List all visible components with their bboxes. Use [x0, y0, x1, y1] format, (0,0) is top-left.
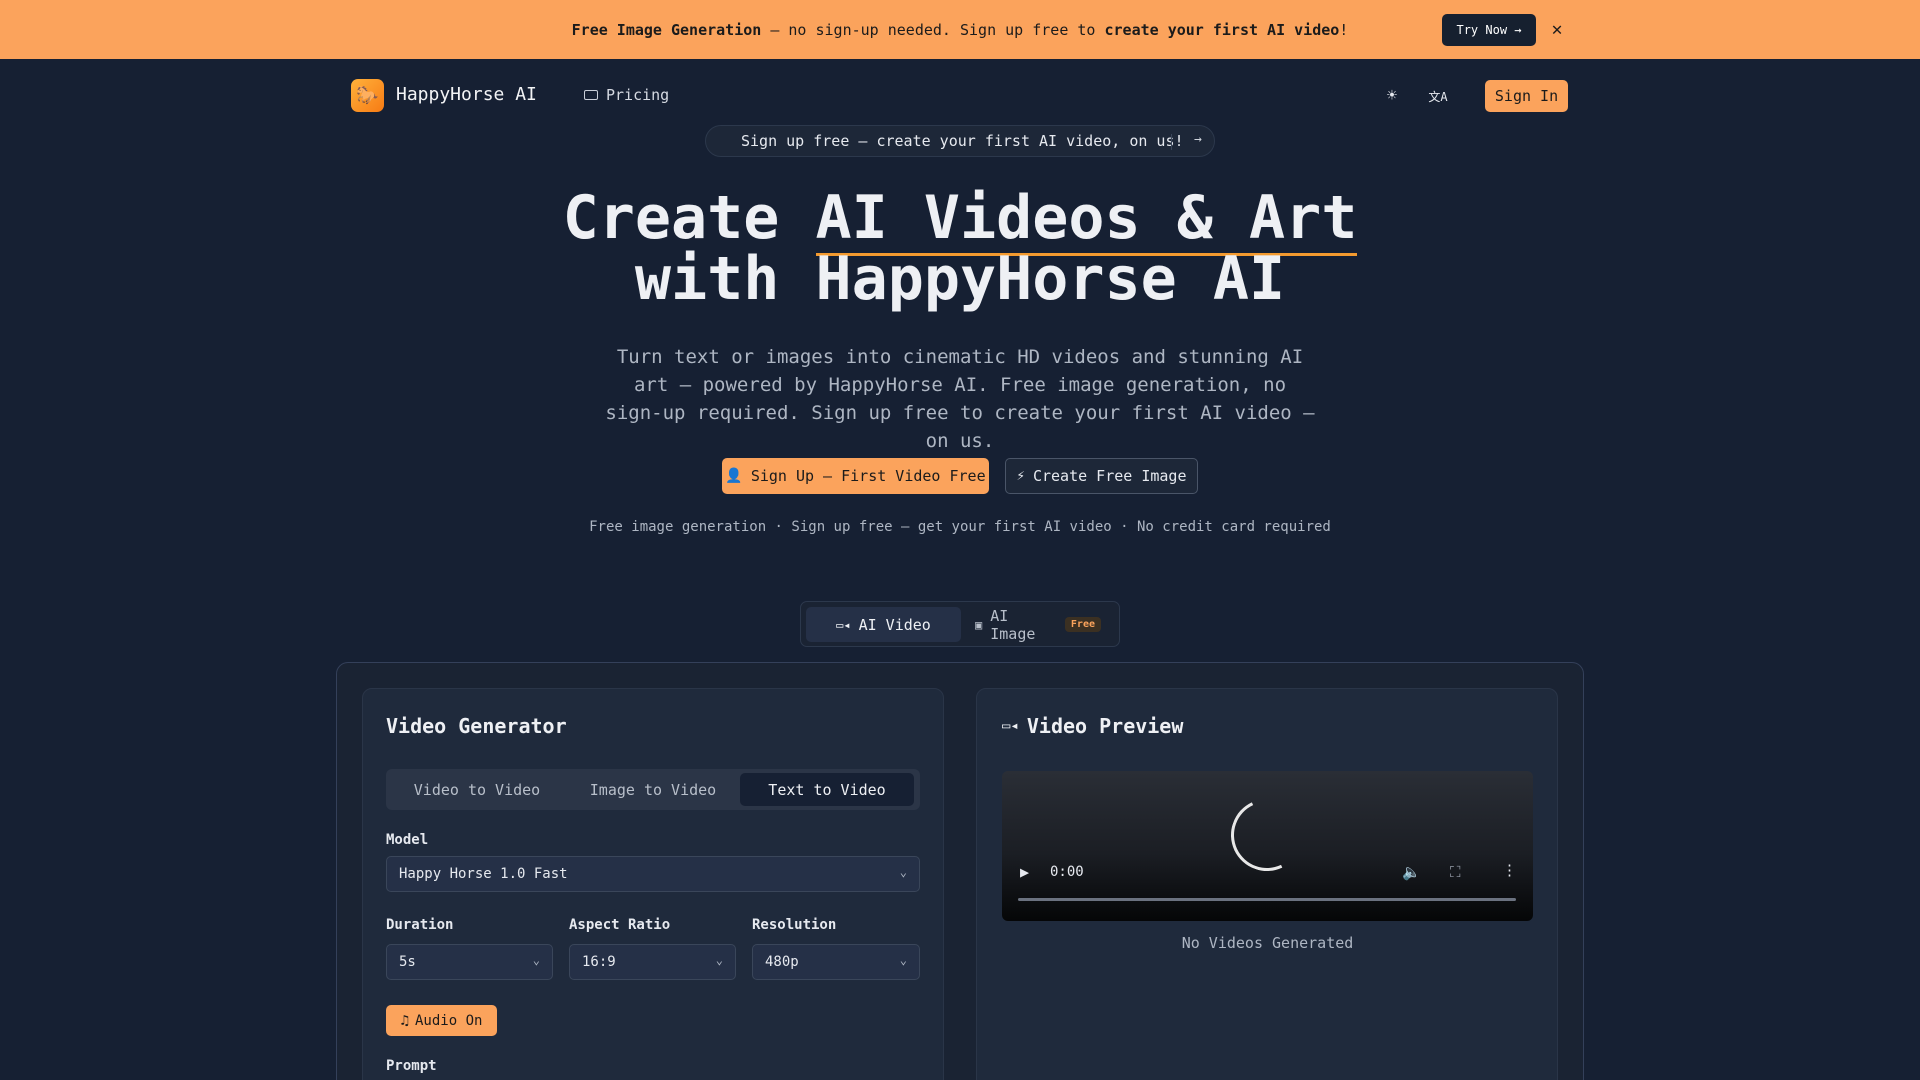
aspect-ratio-select[interactable]: 16:9 ⌄ — [569, 944, 736, 980]
user-plus-icon: 👤 — [725, 468, 743, 484]
video-camera-icon: ▭◂ — [836, 617, 851, 632]
sign-in-button[interactable]: Sign In — [1485, 80, 1568, 112]
video-time: 0:00 — [1050, 864, 1084, 880]
free-badge: Free — [1064, 617, 1101, 632]
volume-icon[interactable]: 🔈 — [1402, 863, 1421, 881]
credit-card-icon — [584, 90, 598, 100]
tab-ai-video[interactable]: ▭◂ AI Video — [806, 607, 961, 642]
theme-toggle-icon[interactable]: ☀ — [1380, 84, 1404, 108]
tab-video-to-video[interactable]: Video to Video — [390, 773, 564, 806]
chevron-down-icon: ⌄ — [899, 865, 907, 879]
generator-title: Video Generator — [386, 714, 567, 738]
brand-name[interactable]: HappyHorse AI — [396, 84, 537, 105]
play-icon[interactable]: ▶ — [1020, 863, 1029, 881]
tab-text-to-video[interactable]: Text to Video — [740, 773, 914, 806]
model-label: Model — [386, 832, 429, 848]
tab-ai-image[interactable]: ▣ AI Image Free — [963, 607, 1113, 643]
resolution-select[interactable]: 480p ⌄ — [752, 944, 920, 980]
signup-first-video-button[interactable]: 👤 Sign Up — First Video Free — [722, 458, 989, 494]
loading-spinner — [1220, 788, 1314, 882]
model-select[interactable]: Happy Horse 1.0 Fast ⌄ — [386, 856, 920, 892]
preview-title: ▭◂ Video Preview — [1002, 714, 1184, 738]
hero-title: Create AI Videos & Art with HappyHorse A… — [562, 183, 1358, 314]
duration-label: Duration — [386, 917, 454, 933]
audio-toggle-button[interactable]: ♫ Audio On — [386, 1005, 497, 1036]
lightning-icon: ⚡ — [1016, 468, 1025, 484]
video-player[interactable]: ▶ 0:00 🔈 ⛶ ⋮ — [1002, 771, 1533, 921]
try-now-button[interactable]: Try Now → — [1442, 14, 1536, 46]
announcement-pill[interactable]: Sign up free — create your first AI vide… — [705, 125, 1215, 157]
nav-pricing-link[interactable]: Pricing — [584, 86, 669, 104]
image-icon: ▣ — [975, 617, 983, 632]
fullscreen-icon[interactable]: ⛶ — [1450, 863, 1461, 881]
close-icon[interactable]: ✕ — [1547, 19, 1567, 40]
promo-text: Free Image Generation — no sign-up neede… — [571, 20, 1349, 39]
tab-image-to-video[interactable]: Image to Video — [566, 773, 740, 806]
music-note-icon: ♫ — [400, 1012, 409, 1029]
chevron-down-icon: ⌄ — [715, 953, 723, 967]
hero-subtitle: Turn text or images into cinematic HD vi… — [605, 346, 1315, 452]
cta-note: Free image generation · Sign up free — g… — [589, 519, 1331, 535]
aspect-ratio-label: Aspect Ratio — [569, 917, 671, 933]
language-icon[interactable]: 文A — [1426, 84, 1450, 108]
no-videos-text: No Videos Generated — [1181, 934, 1354, 952]
announcement-text: Sign up free — create your first AI vide… — [741, 132, 1184, 150]
resolution-label: Resolution — [752, 917, 837, 933]
arrow-right-icon: → — [1194, 132, 1202, 147]
video-camera-icon: ▭◂ — [1002, 718, 1019, 734]
prompt-label: Prompt — [386, 1058, 437, 1074]
duration-select[interactable]: 5s ⌄ — [386, 944, 553, 980]
logo-icon[interactable]: 🐎 — [351, 79, 384, 112]
more-options-icon[interactable]: ⋮ — [1502, 861, 1517, 879]
video-progress-track[interactable] — [1018, 898, 1516, 901]
promo-banner: Free Image Generation — no sign-up neede… — [0, 0, 1920, 59]
create-free-image-button[interactable]: ⚡ Create Free Image — [1005, 458, 1198, 494]
mode-tabs: ▭◂ AI Video ▣ AI Image Free — [800, 601, 1120, 647]
chevron-down-icon: ⌄ — [532, 953, 540, 967]
pricing-label: Pricing — [606, 86, 670, 104]
generator-mode-tabs: Video to Video Image to Video Text to Vi… — [386, 769, 920, 810]
chevron-down-icon: ⌄ — [899, 953, 907, 967]
divider — [1171, 134, 1172, 150]
